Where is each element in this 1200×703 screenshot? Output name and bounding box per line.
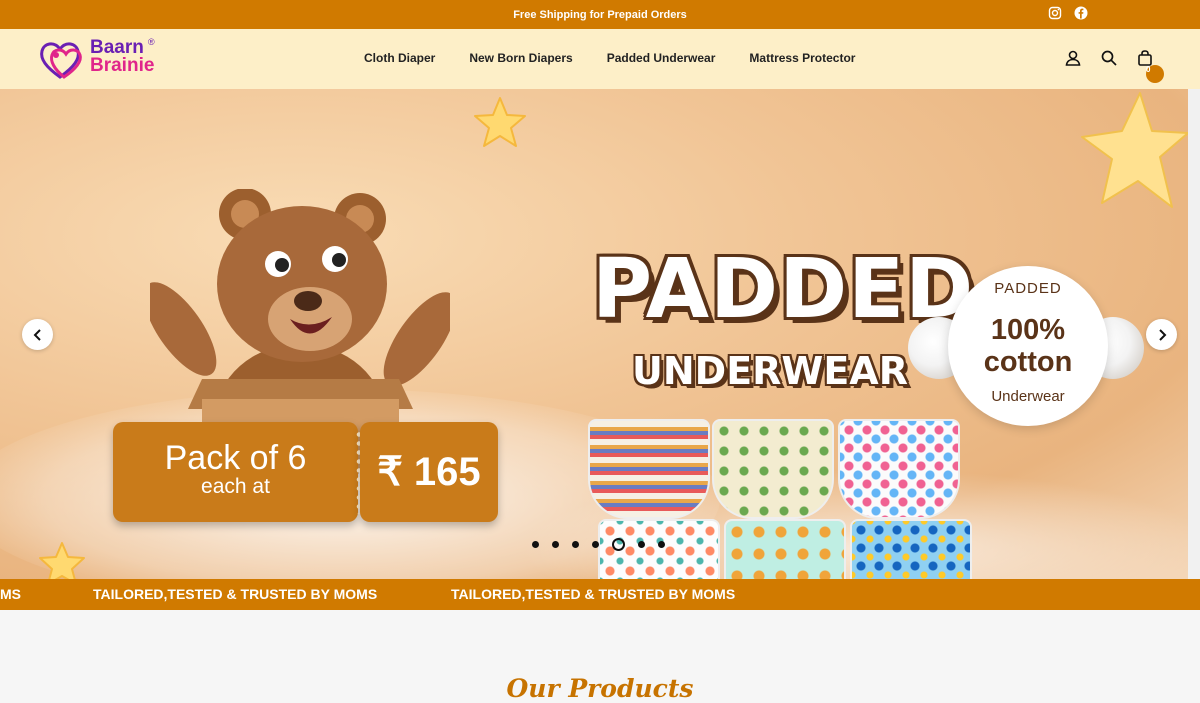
marquee-strip: MS TAILORED,TESTED & TRUSTED BY MOMS TAI… bbox=[0, 579, 1200, 610]
slider-prev-button[interactable] bbox=[22, 319, 53, 350]
marquee-item: TAILORED,TESTED & TRUSTED BY MOMS bbox=[93, 586, 378, 602]
hero-subheadline: UNDERWEAR bbox=[632, 349, 908, 393]
cart-count-badge: 0 bbox=[1146, 65, 1164, 83]
registered-mark: ® bbox=[148, 37, 155, 47]
product-image bbox=[724, 519, 846, 579]
product-image bbox=[850, 519, 972, 579]
product-image bbox=[712, 419, 834, 519]
badge-bottom-text: Underwear bbox=[991, 388, 1065, 405]
cart-icon[interactable]: 0 bbox=[1136, 49, 1164, 83]
offer-pack-panel: Pack of 6 each at bbox=[113, 422, 358, 522]
instagram-icon[interactable] bbox=[1048, 6, 1062, 20]
hero-slider[interactable]: Pack of 6 each at ₹ 165 PADDED UNDERWEAR… bbox=[0, 89, 1188, 579]
brand-line-2: Brainie bbox=[90, 55, 155, 76]
star-icon bbox=[1081, 92, 1188, 208]
star-icon bbox=[39, 542, 85, 579]
site-header: Baarn Brainie ® Cloth Diaper New Born Di… bbox=[0, 29, 1200, 89]
slider-dot[interactable] bbox=[552, 541, 559, 548]
slider-dot[interactable] bbox=[532, 541, 539, 548]
slider-dot[interactable] bbox=[592, 541, 599, 548]
nav-cloth-diaper[interactable]: Cloth Diaper bbox=[364, 51, 435, 65]
account-icon[interactable] bbox=[1064, 49, 1082, 67]
marquee-item: MS bbox=[0, 586, 21, 602]
slider-dot[interactable] bbox=[572, 541, 579, 548]
announcement-text: Free Shipping for Prepaid Orders bbox=[513, 8, 687, 21]
badge-line-2: cotton bbox=[983, 346, 1073, 378]
nav-padded-underwear[interactable]: Padded Underwear bbox=[607, 51, 716, 65]
header-actions: 0 bbox=[1064, 49, 1164, 83]
nav-mattress-protector[interactable]: Mattress Protector bbox=[749, 51, 855, 65]
brand-wordmark: Baarn Brainie bbox=[90, 38, 155, 76]
offer-pack-text: Pack of 6 bbox=[164, 439, 307, 477]
slider-dot-active[interactable] bbox=[612, 538, 625, 551]
product-collage bbox=[588, 419, 972, 579]
offer-price-panel: ₹ 165 bbox=[360, 422, 498, 522]
page-scrollbar[interactable] bbox=[1188, 89, 1200, 579]
facebook-icon[interactable] bbox=[1074, 6, 1088, 20]
badge-top-text: PADDED bbox=[994, 280, 1062, 297]
marquee-item: TAILORED,TESTED & TRUSTED BY MOMS bbox=[451, 586, 736, 602]
product-image bbox=[838, 419, 960, 519]
slider-dot[interactable] bbox=[638, 541, 645, 548]
chevron-left-icon bbox=[33, 328, 41, 341]
chevron-right-icon bbox=[1158, 328, 1166, 341]
cotton-badge: PADDED 100% cotton Underwear bbox=[948, 266, 1108, 426]
slider-next-button[interactable] bbox=[1146, 319, 1177, 350]
announcement-bar: Free Shipping for Prepaid Orders bbox=[0, 0, 1200, 29]
offer-price: ₹ 165 bbox=[377, 450, 481, 494]
social-links bbox=[1048, 6, 1088, 20]
star-icon bbox=[474, 97, 526, 147]
slider-dot[interactable] bbox=[658, 541, 665, 548]
main-nav: Cloth Diaper New Born Diapers Padded Und… bbox=[364, 51, 889, 65]
logo-heart-icon bbox=[40, 42, 82, 79]
brand-logo[interactable]: Baarn Brainie ® bbox=[38, 37, 168, 83]
product-image bbox=[588, 419, 710, 519]
badge-line-1: 100% bbox=[990, 314, 1066, 346]
section-title: Our Products bbox=[506, 674, 694, 703]
nav-new-born-diapers[interactable]: New Born Diapers bbox=[469, 51, 572, 65]
search-icon[interactable] bbox=[1100, 49, 1118, 67]
offer-ticket: Pack of 6 each at ₹ 165 bbox=[113, 422, 498, 522]
slider-pagination bbox=[532, 538, 665, 551]
offer-each-text: each at bbox=[201, 475, 270, 498]
